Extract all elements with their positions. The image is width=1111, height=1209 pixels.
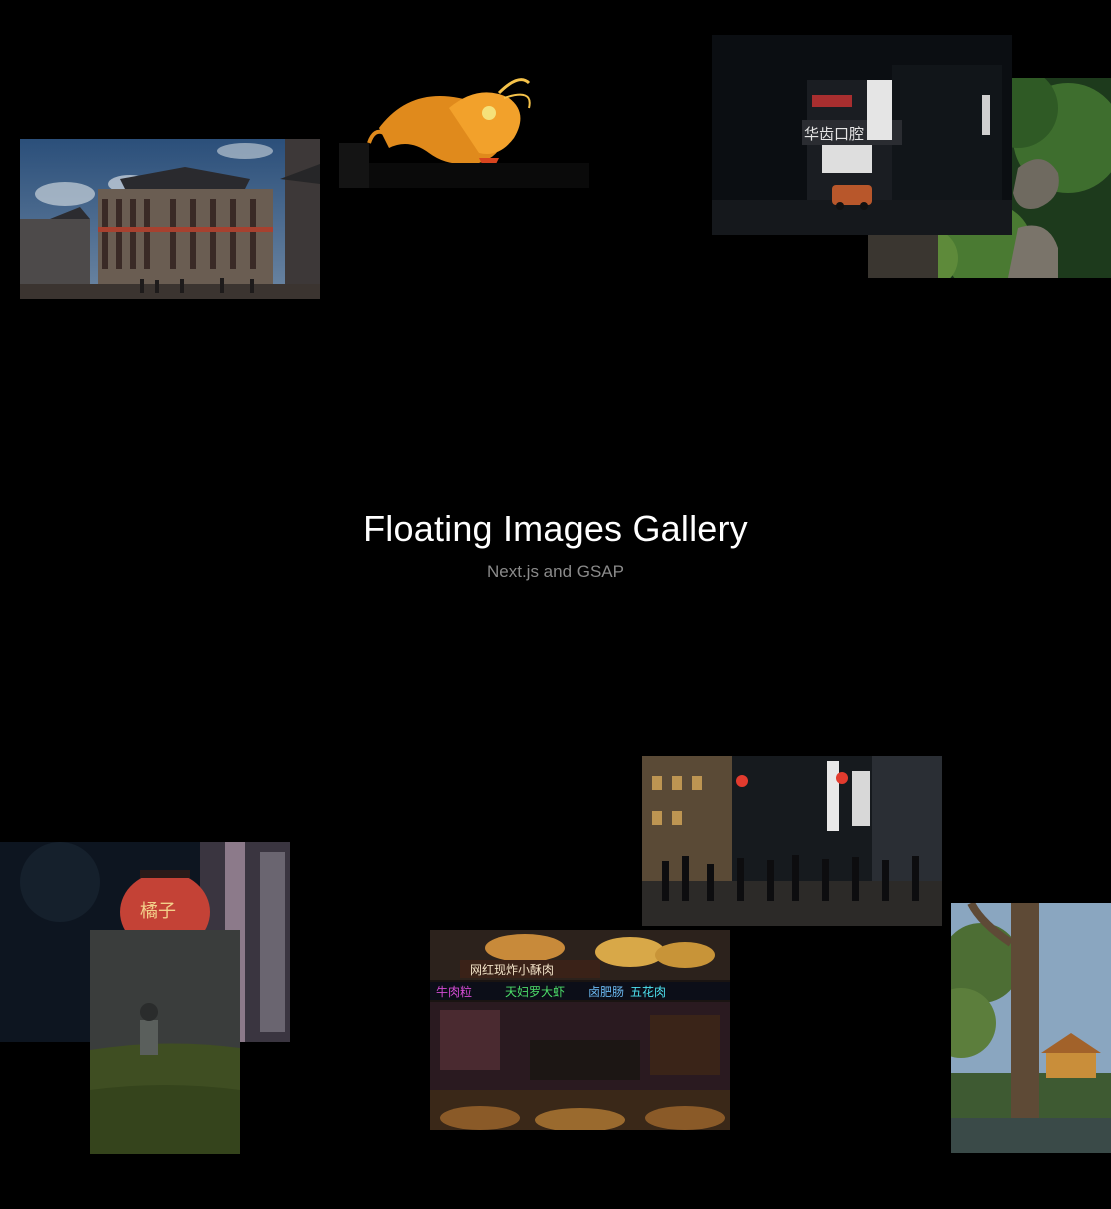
hero-subtitle: Next.js and GSAP bbox=[486, 562, 624, 581]
gallery-image-night-pedestrian-street[interactable] bbox=[642, 756, 942, 926]
pedestrian-street-illustration bbox=[642, 756, 942, 926]
hero: Floating Images Gallery Next.js and GSAP bbox=[0, 508, 1111, 582]
neon-text-3: 卤肥肠 bbox=[588, 985, 624, 999]
food-banner-text: 网红现炸小酥肉 bbox=[470, 962, 554, 977]
gallery-stage: 华齿口腔 橘子 网红现炸小酥肉 牛肉粒 天妇罗大虾 卤肥肠 五花肉 Floati… bbox=[0, 0, 1111, 1209]
gallery-image-night-street-signs[interactable]: 华齿口腔 bbox=[712, 35, 1012, 235]
dragon-lantern-illustration bbox=[329, 68, 629, 198]
yuyuan-building-illustration bbox=[20, 139, 320, 299]
neon-text-2: 天妇罗大虾 bbox=[505, 985, 565, 999]
neon-text-4: 五花肉 bbox=[630, 984, 666, 999]
gallery-image-figure-on-hill[interactable] bbox=[90, 930, 240, 1154]
gallery-image-tree-and-pagoda[interactable] bbox=[951, 903, 1111, 1153]
food-stall-illustration: 网红现炸小酥肉 牛肉粒 天妇罗大虾 卤肥肠 五花肉 bbox=[430, 930, 730, 1130]
clinic-sign-text: 华齿口腔 bbox=[804, 125, 864, 143]
night-street-illustration: 华齿口腔 bbox=[712, 35, 1012, 235]
neon-text-1: 牛肉粒 bbox=[436, 984, 472, 999]
figure-on-hill-illustration bbox=[90, 930, 240, 1154]
lantern-text: 橘子 bbox=[140, 901, 176, 922]
gallery-image-dragon-lantern[interactable] bbox=[329, 68, 629, 198]
hero-title: Floating Images Gallery bbox=[363, 508, 748, 549]
gallery-image-yuyuan-building[interactable] bbox=[20, 139, 320, 299]
tree-pagoda-illustration bbox=[951, 903, 1111, 1153]
gallery-image-food-stall-neon[interactable]: 网红现炸小酥肉 牛肉粒 天妇罗大虾 卤肥肠 五花肉 bbox=[430, 930, 730, 1130]
